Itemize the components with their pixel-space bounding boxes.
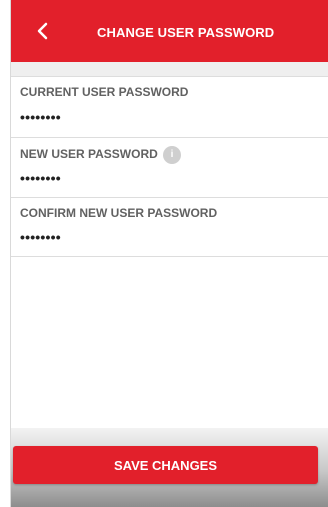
- new-password-input[interactable]: ••••••••: [20, 170, 61, 186]
- current-password-field[interactable]: CURRENT USER PASSWORD ••••••••: [11, 77, 328, 138]
- app-screen: CHANGE USER PASSWORD CURRENT USER PASSWO…: [10, 0, 328, 507]
- header-divider-strip: [11, 62, 328, 77]
- new-password-field[interactable]: NEW USER PASSWORD i ••••••••: [11, 138, 328, 198]
- info-icon[interactable]: i: [163, 146, 181, 164]
- back-button[interactable]: [31, 18, 57, 44]
- header-bar: CHANGE USER PASSWORD: [11, 0, 328, 62]
- confirm-password-field[interactable]: CONFIRM NEW USER PASSWORD ••••••••: [11, 198, 328, 257]
- confirm-password-input[interactable]: ••••••••: [20, 229, 61, 245]
- chevron-left-icon: [37, 22, 48, 40]
- confirm-password-label: CONFIRM NEW USER PASSWORD: [20, 206, 218, 220]
- new-password-label: NEW USER PASSWORD: [20, 147, 158, 161]
- current-password-label: CURRENT USER PASSWORD: [20, 85, 189, 99]
- page-title: CHANGE USER PASSWORD: [97, 25, 275, 40]
- current-password-input[interactable]: ••••••••: [20, 109, 61, 125]
- save-changes-button[interactable]: SAVE CHANGES: [13, 446, 318, 484]
